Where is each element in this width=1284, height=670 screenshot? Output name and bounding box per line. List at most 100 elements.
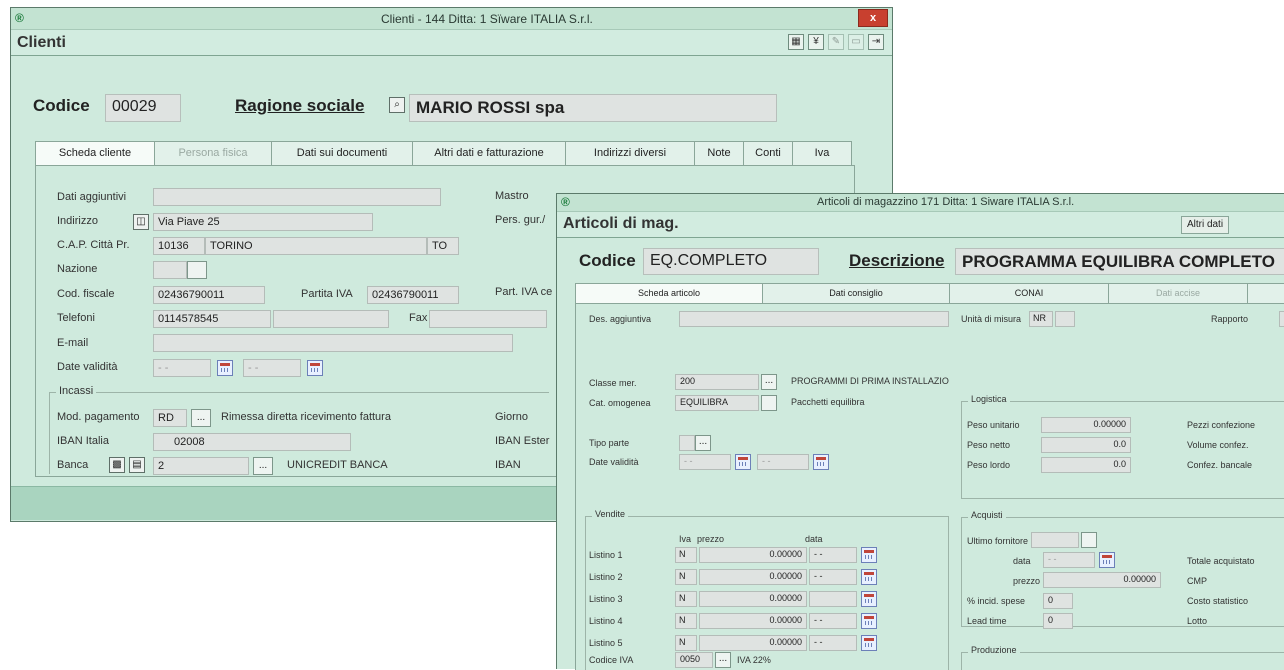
close-button[interactable]: x [858,9,888,27]
calendar-icon[interactable] [861,613,877,629]
codice-field[interactable]: EQ.COMPLETO [643,248,819,275]
provincia-field[interactable]: TO [427,237,459,255]
mod-pagamento-lookup-button[interactable]: ... [191,409,211,427]
listino-iva[interactable]: N [675,613,697,629]
cod-fiscale-field[interactable]: 02436790011 [153,286,265,304]
listino-data[interactable]: - - [809,547,857,563]
listino-iva[interactable]: N [675,635,697,651]
listino-data[interactable]: - - [809,613,857,629]
descrizione-field[interactable]: PROGRAMMA EQUILIBRA COMPLETO [955,248,1284,275]
codice-iva-lookup-button[interactable]: ... [715,652,731,668]
classe-mer-lookup-button[interactable]: ... [761,374,777,390]
tab-altri-dati[interactable]: Altri dati e fatturazione [412,141,566,165]
telefono-2-field[interactable] [273,310,389,328]
calendar-icon[interactable] [861,591,877,607]
tab-conai[interactable]: CONAI [949,283,1109,303]
rapporto-field[interactable] [1279,311,1284,327]
acq-data-field[interactable]: - - [1043,552,1095,568]
cat-omogenea-field[interactable]: EQUILIBRA [675,395,759,411]
date-to-field[interactable]: - - [757,454,809,470]
lead-time-field[interactable]: 0 [1043,613,1073,629]
listino-prezzo[interactable]: 0.00000 [699,635,807,651]
listino-data[interactable] [809,591,857,607]
telefono-1-field[interactable]: 0114578545 [153,310,271,328]
tab-dati-consiglio[interactable]: Dati consiglio [762,283,950,303]
dati-aggiuntivi-field[interactable] [153,188,441,206]
des-aggiuntiva-field[interactable] [679,311,949,327]
tab-dati-accise[interactable]: Dati accise [1108,283,1248,303]
ragione-sociale-label[interactable]: Ragione sociale [235,96,364,116]
incid-spese-field[interactable]: 0 [1043,593,1073,609]
classe-mer-field[interactable]: 200 [675,374,759,390]
edit-icon[interactable]: ✎ [828,34,844,50]
listino-prezzo[interactable]: 0.00000 [699,613,807,629]
ragione-sociale-field[interactable]: MARIO ROSSI spa [409,94,777,122]
calculator-icon[interactable]: ▩ [109,457,125,473]
listino-iva[interactable]: N [675,591,697,607]
calendar-icon[interactable] [861,635,877,651]
mod-pagamento-field[interactable]: RD [153,409,187,427]
tab-iva[interactable]: Iva [792,141,852,165]
listino-prezzo[interactable]: 0.00000 [699,569,807,585]
date-from-field[interactable]: - - [153,359,211,377]
listino-prezzo[interactable]: 0.00000 [699,591,807,607]
peso-unitario-field[interactable]: 0.00000 [1041,417,1131,433]
nazione-lookup-button[interactable] [187,261,207,279]
tab-extra[interactable] [1247,283,1284,303]
peso-lordo-field[interactable]: 0.0 [1041,457,1131,473]
peso-netto-field[interactable]: 0.0 [1041,437,1131,453]
listino-prezzo[interactable]: 0.00000 [699,547,807,563]
tab-scheda-cliente[interactable]: Scheda cliente [35,141,155,165]
citta-field[interactable]: TORINO [205,237,427,255]
cat-omogenea-lookup-button[interactable] [761,395,777,411]
unita-misura-extra[interactable] [1055,311,1075,327]
tab-persona-fisica[interactable]: Persona fisica [154,141,272,165]
acq-prezzo-field[interactable]: 0.00000 [1043,572,1161,588]
indirizzo-field[interactable]: Via Piave 25 [153,213,373,231]
nazione-field[interactable] [153,261,187,279]
date-to-field[interactable]: - - [243,359,301,377]
tab-note[interactable]: Note [694,141,744,165]
table-icon[interactable]: ▤ [129,457,145,473]
calendar-icon[interactable] [813,454,829,470]
calendar-icon[interactable] [1099,552,1115,568]
unita-misura-field[interactable]: NR [1029,311,1053,327]
clienti-titlebar[interactable]: ® Clienti - 144 Ditta: 1 Sïware ITALIA S… [11,8,892,30]
listino-data[interactable]: - - [809,569,857,585]
tab-conti[interactable]: Conti [743,141,793,165]
calendar-icon[interactable] [217,360,233,376]
calendar-icon[interactable] [861,569,877,585]
listino-data[interactable]: - - [809,635,857,651]
ultimo-fornitore-lookup-button[interactable] [1081,532,1097,548]
fax-field[interactable] [429,310,547,328]
calendar-icon[interactable] [307,360,323,376]
descrizione-label[interactable]: Descrizione [849,251,944,271]
codice-iva-field[interactable]: 0050 [675,652,713,668]
listino-iva[interactable]: N [675,547,697,563]
ultimo-fornitore-field[interactable] [1031,532,1079,548]
calendar-icon[interactable] [861,547,877,563]
email-field[interactable] [153,334,513,352]
save-icon[interactable]: ▭ [848,34,864,50]
banca-lookup-button[interactable]: ... [253,457,273,475]
partita-iva-field[interactable]: 02436790011 [367,286,459,304]
search-icon[interactable]: ⌕ [389,97,405,113]
codice-field[interactable]: 00029 [105,94,181,122]
banca-field[interactable]: 2 [153,457,249,475]
tipo-parte-field[interactable] [679,435,695,451]
tab-scheda-articolo[interactable]: Scheda articolo [575,283,763,303]
tab-dati-documenti[interactable]: Dati sui documenti [271,141,413,165]
listino-iva[interactable]: N [675,569,697,585]
date-from-field[interactable]: - - [679,454,731,470]
exit-icon[interactable]: ⇥ [868,34,884,50]
grid-icon[interactable]: ▦ [788,34,804,50]
calendar-icon[interactable] [735,454,751,470]
iban-italia-field[interactable]: 02008 [153,433,351,451]
altri-dati-button[interactable]: Altri dati [1181,216,1229,234]
tipo-parte-lookup-button[interactable]: ... [695,435,711,451]
cap-field[interactable]: 10136 [153,237,205,255]
address-icon[interactable]: ◫ [133,214,149,230]
tree-icon[interactable]: ¥ [808,34,824,50]
tab-indirizzi-diversi[interactable]: Indirizzi diversi [565,141,695,165]
articoli-titlebar[interactable]: ® Articoli di magazzino 171 Ditta: 1 Siw… [557,194,1284,212]
